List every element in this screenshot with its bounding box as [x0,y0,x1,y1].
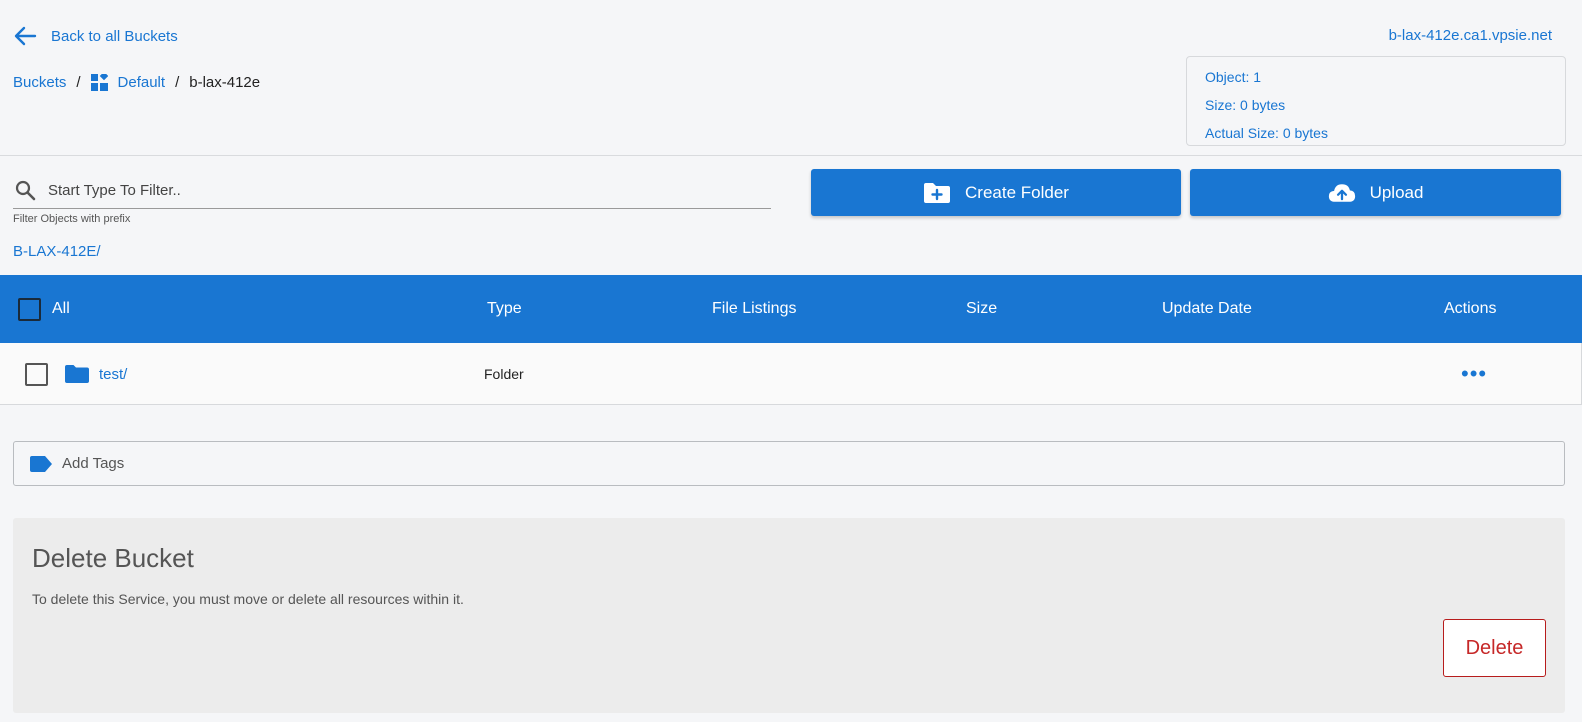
filter-helper-text: Filter Objects with prefix [13,213,131,225]
filter-field [13,172,771,209]
column-all: All [52,300,70,317]
folder-plus-icon [924,182,951,203]
back-link-label: Back to all Buckets [51,27,178,45]
column-type: Type [487,300,522,317]
more-actions-icon[interactable]: ••• [1461,363,1487,385]
breadcrumb-default[interactable]: Default [118,74,166,91]
column-file-listings: File Listings [712,300,797,317]
row-type: Folder [484,366,524,382]
breadcrumb-buckets[interactable]: Buckets [13,74,66,91]
create-folder-button[interactable]: Create Folder [811,169,1181,216]
row-name: test/ [99,365,128,383]
back-to-buckets-link[interactable]: Back to all Buckets [13,25,178,47]
stat-object-count: Object: 1 [1205,69,1262,85]
delete-bucket-description: To delete this Service, you must move or… [32,591,464,607]
breadcrumb-current: b-lax-412e [189,74,261,91]
bucket-detail-page: Back to all Buckets b-lax-412e.ca1.vpsie… [0,0,1582,722]
cloud-upload-icon [1328,183,1355,202]
add-tags-label: Add Tags [62,455,125,472]
search-icon [15,180,36,200]
row-select-cell [25,343,48,405]
tag-icon [30,455,52,472]
column-size: Size [966,300,998,317]
grid-icon [90,74,108,91]
delete-button[interactable]: Delete [1443,619,1546,677]
bucket-host[interactable]: b-lax-412e.ca1.vpsie.net [1389,27,1552,44]
objects-table-header: All Type File Listings Size Update Date … [0,275,1582,343]
delete-bucket-panel: Delete Bucket To delete this Service, yo… [13,518,1565,713]
stat-actual-size: Actual Size: 0 bytes [1205,125,1328,141]
folder-link[interactable]: test/ [65,364,127,384]
row-checkbox[interactable] [25,362,48,386]
row-name-cell: test/ [65,343,127,405]
table-row[interactable]: test/ Folder ••• [0,343,1582,405]
bucket-stats-box: Object: 1 Size: 0 bytes Actual Size: 0 b… [1186,56,1566,146]
upload-label: Upload [1369,182,1424,202]
folder-icon [65,365,89,383]
current-path[interactable]: B-LAX-412E/ [13,243,101,260]
row-actions-cell: ••• [1461,343,1487,405]
delete-bucket-title: Delete Bucket [32,543,194,573]
stat-size: Size: 0 bytes [1205,97,1286,113]
column-actions: Actions [1444,300,1497,317]
column-update-date: Update Date [1162,300,1252,317]
header-divider [0,155,1582,156]
arrow-left-icon [14,26,37,46]
filter-input[interactable] [48,181,728,199]
breadcrumb-separator: / [175,74,180,91]
breadcrumb-separator: / [76,74,81,91]
header-select-all-cell: All [18,275,70,343]
select-all-checkbox[interactable] [18,297,41,321]
create-folder-label: Create Folder [965,182,1069,202]
filter-container: Filter Objects with prefix [13,172,771,225]
add-tags-field[interactable]: Add Tags [13,441,1565,486]
breadcrumb: Buckets / Default / b-lax-412e [13,74,260,91]
upload-button[interactable]: Upload [1190,169,1561,216]
